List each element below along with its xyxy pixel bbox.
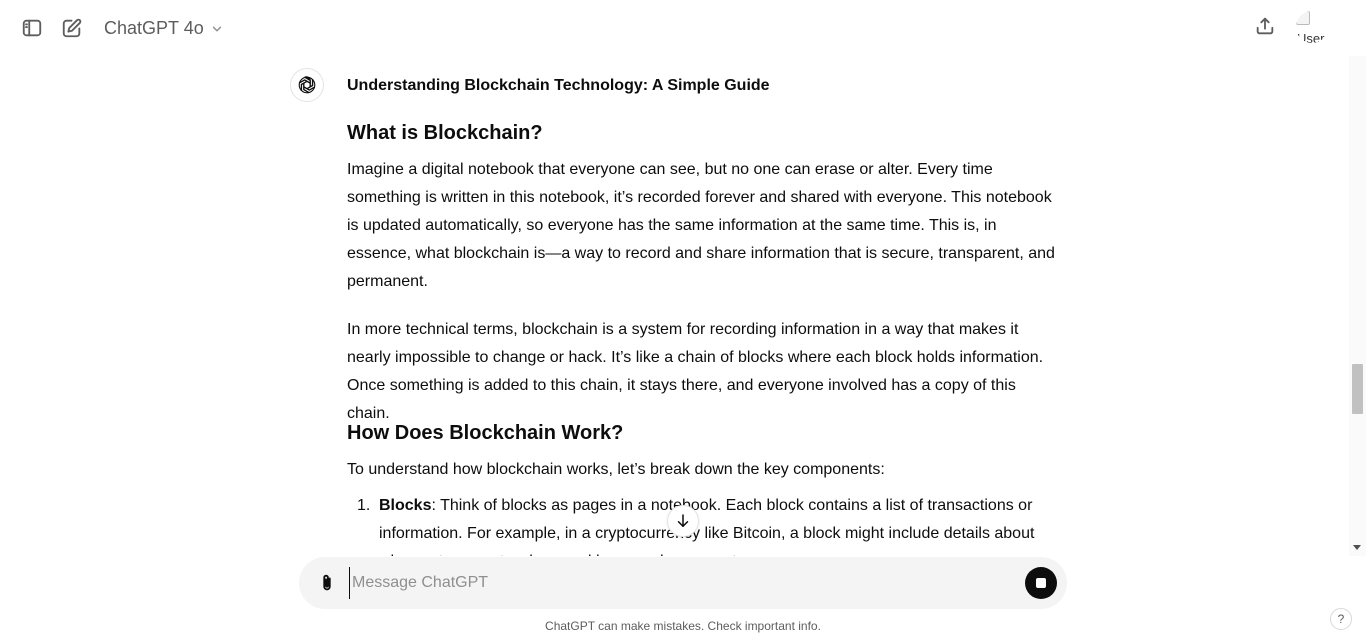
message-composer <box>299 557 1067 609</box>
scrollbar-thumb[interactable] <box>1352 364 1363 414</box>
paragraph-components-intro: To understand how blockchain works, let’… <box>347 461 885 478</box>
scroll-to-bottom-button[interactable] <box>667 505 699 537</box>
conversation-area[interactable]: Understanding Blockchain Technology: A S… <box>0 56 1366 556</box>
stop-generating-button[interactable] <box>1025 567 1057 599</box>
chevron-down-icon <box>212 26 221 32</box>
section-heading-how-works: How Does Blockchain Work? <box>347 422 624 444</box>
openai-logo-icon <box>298 76 316 94</box>
edit-icon <box>62 18 82 38</box>
disclaimer-text: ChatGPT can make mistakes. Check importa… <box>545 619 821 633</box>
share-button[interactable] <box>1247 8 1283 44</box>
help-button[interactable]: ? <box>1330 608 1352 630</box>
paragraph-technical: In more technical terms, blockchain is a… <box>347 321 1044 422</box>
scrollbar-down-arrow[interactable] <box>1353 545 1361 550</box>
stop-icon <box>1036 578 1046 588</box>
sidebar-toggle-button[interactable] <box>14 10 50 46</box>
share-icon <box>1256 17 1274 35</box>
page-scrollbar[interactable] <box>1349 56 1366 556</box>
section-heading-what-is: What is Blockchain? <box>347 122 543 144</box>
arrow-down-icon <box>677 514 689 527</box>
list-item-term: Blocks <box>379 497 432 514</box>
assistant-avatar <box>290 68 324 102</box>
paragraph-intro: Imagine a digital notebook that everyone… <box>347 161 1055 290</box>
top-bar: ChatGPT 4o User <box>0 0 1366 56</box>
avatar-alt-text: User <box>1297 31 1325 43</box>
list-item: 1. Blocks: Think of blocks as pages in a… <box>347 492 1062 556</box>
sidebar-icon <box>22 19 42 37</box>
attach-button[interactable] <box>313 569 341 597</box>
components-list: 1. Blocks: Think of blocks as pages in a… <box>347 492 1062 556</box>
new-chat-button[interactable] <box>54 10 90 46</box>
paperclip-icon <box>323 574 331 591</box>
model-name: ChatGPT 4o <box>104 17 204 38</box>
model-selector[interactable]: ChatGPT 4o <box>100 12 228 44</box>
list-item-text: : Think of blocks as pages in a notebook… <box>379 497 1035 556</box>
message-input[interactable] <box>349 567 1009 599</box>
document-title: Understanding Blockchain Technology: A S… <box>347 77 770 94</box>
user-avatar[interactable]: User <box>1296 11 1328 43</box>
list-item-number: 1. <box>357 497 371 514</box>
